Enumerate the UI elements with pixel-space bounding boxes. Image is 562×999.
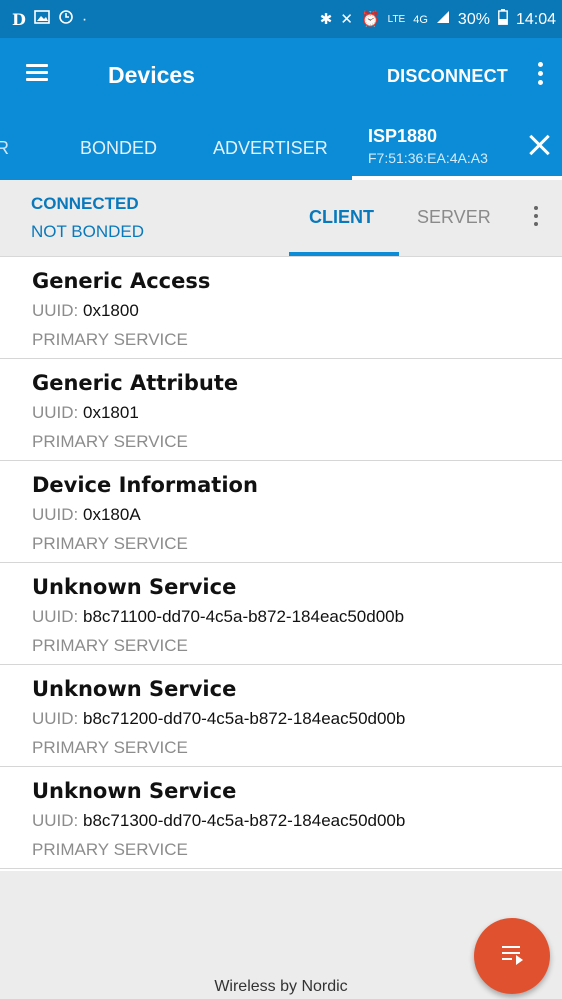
service-item[interactable]: Unknown Service UUID: b8c71100-dd70-4c5a… xyxy=(0,563,562,665)
status-bar: D · ✱ ✕ ⏰ LTE 4G 30% 14:04 xyxy=(0,0,562,38)
clock-time: 14:04 xyxy=(515,10,556,28)
uuid-value: 0x1800 xyxy=(83,301,139,320)
service-name: Unknown Service xyxy=(32,575,237,599)
tab-device[interactable]: ISP1880 F7:51:36:EA:4A:A3 xyxy=(352,114,562,180)
disconnect-button[interactable]: DISCONNECT xyxy=(387,66,508,87)
service-item[interactable]: Generic Access UUID: 0x1800 PRIMARY SERV… xyxy=(0,257,562,359)
mute-icon: ✕ xyxy=(340,10,353,28)
service-item[interactable]: Unknown Service UUID: b8c71200-dd70-4c5a… xyxy=(0,665,562,767)
uuid-label: UUID: xyxy=(32,811,79,830)
connection-status: CONNECTED xyxy=(31,194,139,213)
hamburger-menu-icon[interactable] xyxy=(26,64,48,82)
service-uuid: UUID: b8c71200-dd70-4c5a-b872-184eac50d0… xyxy=(32,709,405,729)
connection-bar: CONNECTED NOT BONDED CLIENT SERVER xyxy=(0,180,562,257)
service-type: PRIMARY SERVICE xyxy=(32,534,188,553)
service-uuid: UUID: b8c71300-dd70-4c5a-b872-184eac50d0… xyxy=(32,811,405,831)
uuid-label: UUID: xyxy=(32,301,79,320)
connection-overflow-icon[interactable] xyxy=(534,206,540,230)
service-name: Unknown Service xyxy=(32,779,237,803)
uuid-label: UUID: xyxy=(32,505,79,524)
tab-client[interactable]: CLIENT xyxy=(309,207,374,228)
bottom-area: Wireless by Nordic xyxy=(0,871,562,999)
uuid-value: 0x1801 xyxy=(83,403,139,422)
service-type: PRIMARY SERVICE xyxy=(32,636,188,655)
service-uuid: UUID: 0x180A xyxy=(32,505,141,525)
log-list-icon xyxy=(502,946,524,966)
bond-status: NOT BONDED xyxy=(31,222,145,241)
uuid-value: b8c71200-dd70-4c5a-b872-184eac50d00b xyxy=(83,709,406,728)
service-name: Generic Access xyxy=(32,269,211,293)
tab-bonded[interactable]: BONDED xyxy=(80,138,157,159)
tab-scanner-partial[interactable]: R xyxy=(0,138,9,159)
d-app-icon: D xyxy=(12,10,26,29)
status-bar-right: ✱ ✕ ⏰ LTE 4G 30% 14:04 xyxy=(320,9,556,30)
volte-icon: LTE xyxy=(387,13,406,25)
service-item[interactable]: Device Information UUID: 0x180A PRIMARY … xyxy=(0,461,562,563)
uuid-value: b8c71100-dd70-4c5a-b872-184eac50d00b xyxy=(83,607,405,626)
services-list: Generic Access UUID: 0x1800 PRIMARY SERV… xyxy=(0,257,562,869)
service-uuid: UUID: 0x1800 xyxy=(32,301,139,321)
device-tabs: R BONDED ADVERTISER ISP1880 F7:51:36:EA:… xyxy=(0,114,562,180)
clock-icon xyxy=(58,9,74,30)
service-type: PRIMARY SERVICE xyxy=(32,840,188,859)
status-bar-left: D · xyxy=(12,9,87,30)
service-name: Unknown Service xyxy=(32,677,237,701)
client-tab-indicator xyxy=(289,252,399,256)
image-icon xyxy=(34,10,50,29)
close-icon[interactable] xyxy=(528,134,550,156)
service-uuid: UUID: b8c71100-dd70-4c5a-b872-184eac50d0… xyxy=(32,607,404,627)
device-address: F7:51:36:EA:4A:A3 xyxy=(368,150,488,166)
battery-icon xyxy=(498,9,508,30)
service-name: Device Information xyxy=(32,473,258,497)
service-name: Generic Attribute xyxy=(32,371,239,395)
device-name: ISP1880 xyxy=(368,126,438,146)
notification-dot: · xyxy=(81,10,88,28)
overflow-menu-icon[interactable] xyxy=(538,62,544,88)
service-type: PRIMARY SERVICE xyxy=(32,432,188,451)
footer-branding: Wireless by Nordic xyxy=(214,978,348,995)
bluetooth-icon: ✱ xyxy=(319,10,333,28)
tab-server[interactable]: SERVER xyxy=(417,207,491,228)
uuid-value: 0x180A xyxy=(83,505,141,524)
service-type: PRIMARY SERVICE xyxy=(32,330,188,349)
signal-icon xyxy=(436,10,450,29)
service-uuid: UUID: 0x1801 xyxy=(32,403,139,423)
uuid-value: b8c71300-dd70-4c5a-b872-184eac50d00b xyxy=(83,811,406,830)
app-bar: Devices DISCONNECT xyxy=(0,38,562,114)
uuid-label: UUID: xyxy=(32,607,79,626)
network-type: 4G xyxy=(413,13,428,26)
tab-advertiser[interactable]: ADVERTISER xyxy=(213,138,328,159)
battery-percent: 30% xyxy=(457,10,490,28)
service-item[interactable]: Generic Attribute UUID: 0x1801 PRIMARY S… xyxy=(0,359,562,461)
service-type: PRIMARY SERVICE xyxy=(32,738,188,757)
alarm-icon: ⏰ xyxy=(360,10,380,28)
uuid-label: UUID: xyxy=(32,709,79,728)
uuid-label: UUID: xyxy=(32,403,79,422)
service-item[interactable]: Unknown Service UUID: b8c71300-dd70-4c5a… xyxy=(0,767,562,869)
app-title: Devices xyxy=(108,62,195,88)
